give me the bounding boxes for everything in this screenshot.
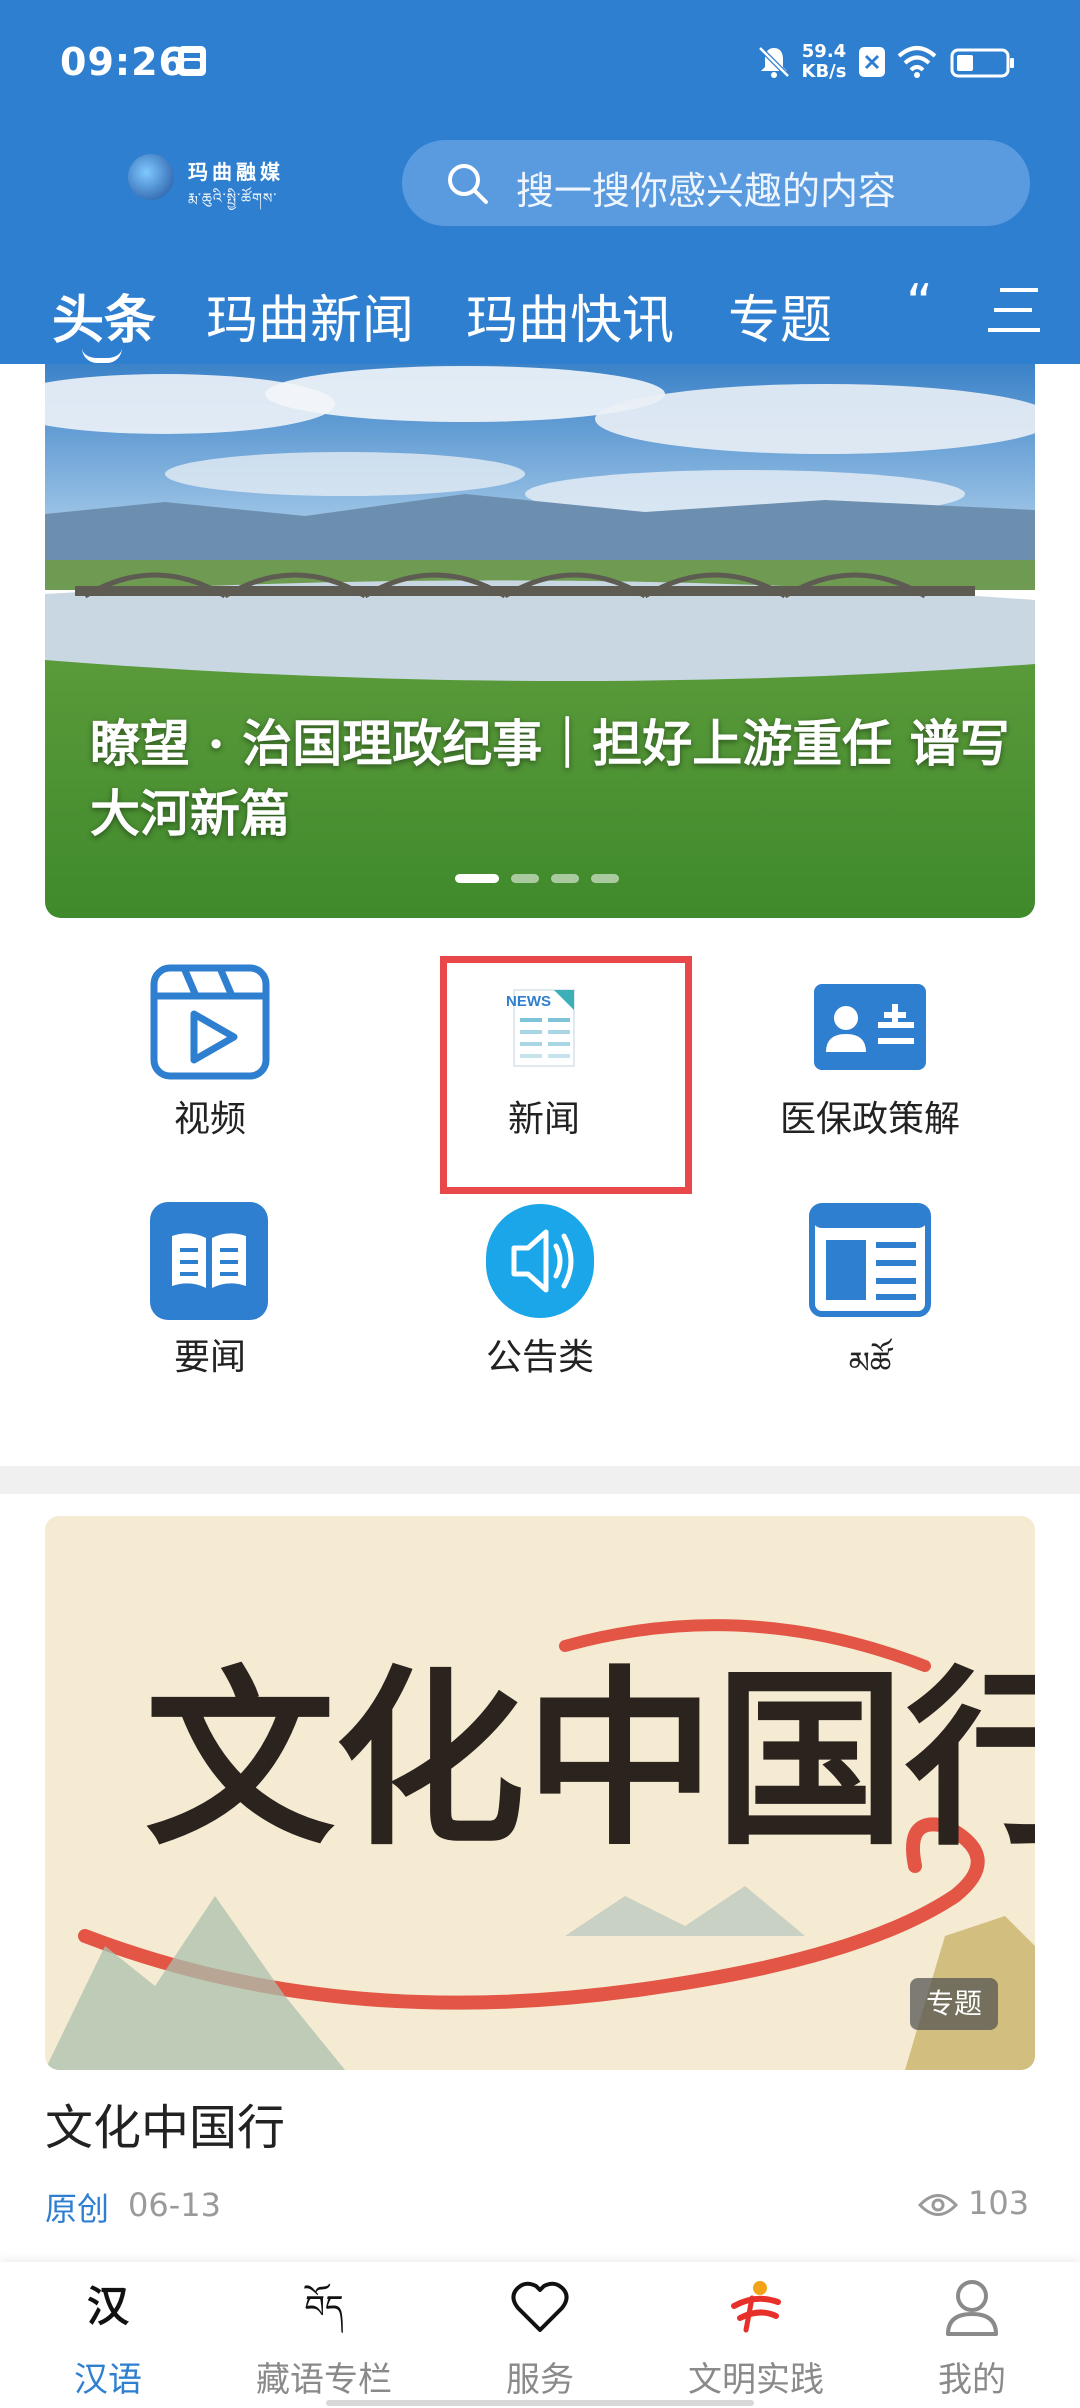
menu-icon[interactable] (986, 284, 1042, 336)
carousel-dot (591, 874, 619, 883)
nav-label-chinese: 汉语 (74, 2360, 142, 2400)
article-image[interactable]: 文化中国行 (45, 1516, 1035, 2070)
tab-maqu-news[interactable]: 玛曲新闻 (206, 278, 414, 353)
app-header: 09:26 59.4 KB/s 玛曲融媒 རྨ་ཆུའི་སྤྱི་ཚོགས་ … (0, 0, 1080, 364)
logo-subtext: རྨ་ཆུའི་སྤྱི་ཚོགས་ (188, 191, 278, 207)
status-bar: 09:26 59.4 KB/s (0, 0, 1080, 120)
grid-item-key-news[interactable]: 要闻 (100, 1200, 320, 1400)
grid-item-medical-insurance[interactable]: 医保政策解 (760, 960, 980, 1160)
mute-icon (758, 46, 790, 78)
wifi-icon (897, 46, 937, 78)
channel-tabs: 头条 玛曲新闻 玛曲快讯 专题 “ (0, 270, 1080, 364)
chinese-glyph-icon: 汉 (86, 2282, 129, 2331)
nav-label-civilization-practice: 文明实践 (688, 2360, 824, 2400)
carousel-dot-active (455, 874, 499, 883)
nav-profile[interactable]: 我的 (864, 2262, 1080, 2408)
nav-civilization-practice[interactable]: 文明实践 (648, 2262, 864, 2408)
network-speed-unit: KB/s (801, 61, 847, 82)
grid-item-announcements[interactable]: 公告类 (430, 1200, 650, 1400)
notification-app-icon (178, 46, 206, 76)
app-logo[interactable]: 玛曲融媒 རྨ་ཆུའི་སྤྱི་ཚོགས་ (128, 150, 288, 207)
logo-text: 玛曲融媒 (188, 160, 284, 184)
network-speed: 59.4 KB/s (800, 42, 848, 82)
grid-label-announcements: 公告类 (485, 1337, 594, 1378)
status-time: 09:26 (60, 40, 186, 84)
contact-card-icon (814, 984, 926, 1070)
nav-label-profile: 我的 (938, 2360, 1006, 2400)
video-icon (150, 964, 270, 1080)
grid-label-video: 视频 (173, 1099, 246, 1140)
active-tab-indicator (82, 348, 122, 363)
article-source: 原创 (45, 2190, 110, 2228)
banner-caption: 瞭望 · 治国理政纪事｜担好上游重任 谱写大河新篇 (90, 714, 1010, 843)
newspaper-icon (809, 1203, 931, 1317)
nav-label-tibetan-column: 藏语专栏 (256, 2360, 392, 2400)
grid-item-video[interactable]: 视频 (100, 960, 320, 1160)
search-placeholder: 搜一搜你感兴趣的内容 (516, 169, 897, 213)
nav-chinese[interactable]: 汉 汉语 (0, 2262, 216, 2408)
logo-emblem-icon (128, 154, 174, 200)
article-title[interactable]: 文化中国行 (45, 2088, 285, 2158)
tab-maqu-flash[interactable]: 玛曲快讯 (466, 278, 674, 353)
search-icon (448, 164, 488, 204)
grid-label-tibetan: མཚོ (848, 1346, 892, 1381)
speaker-icon (486, 1204, 594, 1318)
topic-badge: 专题 (910, 1978, 998, 2030)
tab-headlines[interactable]: 头条 (52, 278, 156, 353)
nav-label-services: 服务 (506, 2360, 574, 2400)
article-banner-art: 文化中国行 (45, 1516, 1035, 2070)
grid-label-medical-insurance: 医保政策解 (779, 1099, 960, 1140)
search-bar[interactable]: 搜一搜你感兴趣的内容 (402, 140, 1030, 226)
person-icon (946, 2280, 998, 2336)
network-speed-value: 59.4 (801, 41, 847, 62)
article-views: 103 (968, 2184, 1030, 2222)
section-divider (0, 1466, 1080, 1494)
battery-icon (950, 48, 1014, 78)
banner-carousel[interactable]: 瞭望 · 治国理政纪事｜担好上游重任 谱写大河新篇 (45, 364, 1035, 918)
tibetan-glyph-icon: བོད (304, 2288, 344, 2326)
carousel-dot (551, 874, 579, 883)
nav-tibetan-column[interactable]: བོད 藏语专栏 (216, 2262, 432, 2408)
home-indicator[interactable] (326, 2400, 754, 2406)
eye-icon (918, 2194, 958, 2216)
grid-label-key-news: 要闻 (173, 1337, 246, 1378)
heart-icon (511, 2281, 569, 2332)
civilization-logo-icon (731, 2281, 781, 2333)
carousel-dot (511, 874, 539, 883)
highlight-annotation (440, 956, 692, 1194)
article-date: 06-13 (128, 2186, 221, 2224)
book-icon (150, 1202, 268, 1320)
bottom-navigation: 汉 汉语 བོད 藏语专栏 服务 文明实践 我的 (0, 2262, 1080, 2408)
tab-topics[interactable]: 专题 (728, 278, 832, 353)
nav-services[interactable]: 服务 (432, 2262, 648, 2408)
sim-off-icon (859, 47, 885, 77)
tab-overflow-glyph: “ (906, 274, 933, 334)
grid-item-tibetan[interactable]: མཚོ (760, 1200, 980, 1400)
article-image-text: 文化中国行 (145, 1648, 1035, 1871)
